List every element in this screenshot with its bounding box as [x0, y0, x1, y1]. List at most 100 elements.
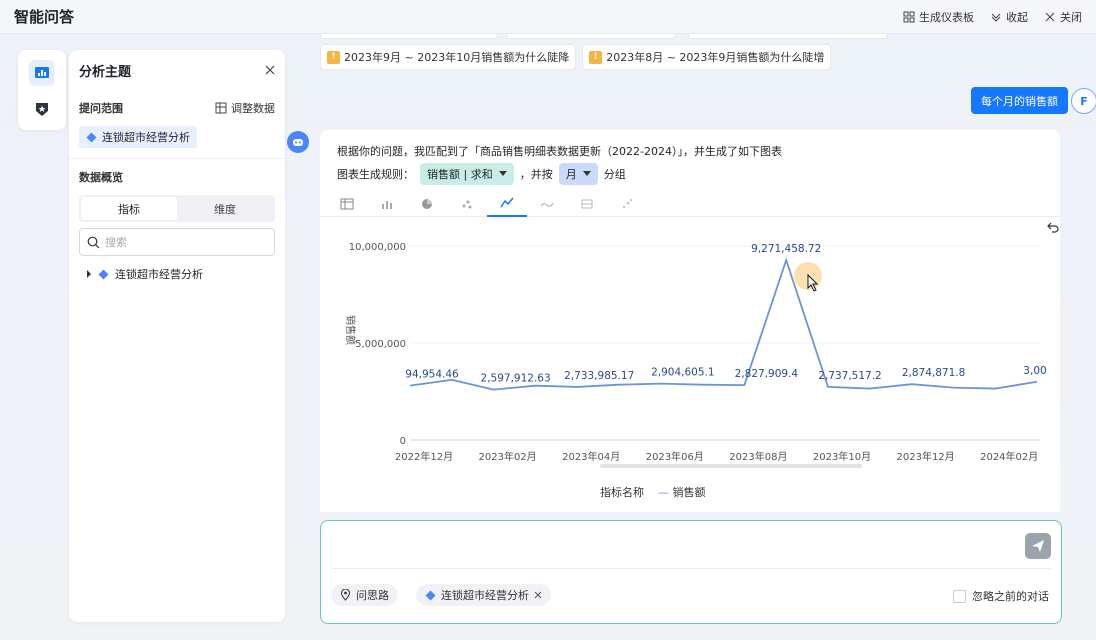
x-tick-label: 2023年06月: [646, 450, 704, 463]
overview-label: 数据概览: [79, 171, 123, 184]
data-label: 2,733,985.17: [564, 370, 634, 382]
warning-icon: !: [589, 50, 603, 64]
pie-chart-icon: [422, 198, 432, 209]
panel-title: 分析主题: [79, 64, 132, 80]
tab-metrics[interactable]: 指标: [81, 197, 177, 220]
legend-title: 指标名称: [600, 486, 644, 499]
ignore-history-option[interactable]: 忽略之前的对话: [953, 588, 1049, 604]
x-tick-label: 2023年12月: [897, 450, 955, 463]
tab-dimensions[interactable]: 维度: [177, 197, 273, 220]
caret-right-icon[interactable]: [86, 270, 92, 278]
scatter-chart-icon: [462, 200, 472, 208]
dashboard-icon: [903, 11, 915, 22]
rule-mid: ，并按: [519, 168, 553, 181]
tab-scatter-chart[interactable]: [447, 190, 487, 217]
y-tick-labels: 10,000,000 5,000,000 0: [349, 242, 406, 447]
thinking-path-button[interactable]: 问思路: [331, 584, 398, 606]
tab-combo-chart[interactable]: [567, 190, 607, 217]
y-tick-label: 0: [400, 436, 406, 447]
tab-line-chart[interactable]: [487, 190, 527, 217]
tab-area-chart[interactable]: [527, 190, 567, 217]
scope-label: 提问范围: [79, 102, 123, 115]
answer-card: 根据你的问题，我匹配到了「商品销售明细表数据更新（2022-2024）」，并生成…: [320, 130, 1060, 512]
x-tick-labels: 2022年12月 2023年02月 2023年04月 2023年06月 2023年08月…: [395, 450, 1038, 463]
ignore-history-checkbox[interactable]: [953, 589, 966, 603]
collapse-label: 收起: [1006, 10, 1028, 24]
context-chip[interactable]: 连锁超市经营分析: [416, 584, 551, 606]
send-icon: [1032, 540, 1044, 552]
warning-icon: !: [327, 50, 340, 64]
tab-pie-chart[interactable]: [407, 190, 447, 217]
bar-chart-icon: [382, 200, 392, 209]
scope-tag-label: 连锁超市经营分析: [102, 131, 190, 144]
scope-tag[interactable]: 连锁超市经营分析: [79, 126, 197, 148]
dimension-selector-label: 月: [565, 168, 577, 181]
diamond-icon: [98, 269, 109, 279]
legend-item[interactable]: — 销售额: [658, 484, 706, 500]
table-icon: [340, 198, 354, 209]
panel-close-icon[interactable]: [265, 65, 275, 75]
bar-chart-icon: [35, 67, 49, 78]
data-label: 3,00: [1023, 365, 1046, 377]
metric-selector-label: 销售额 | 求和: [427, 168, 493, 181]
user-avatar[interactable]: F: [1071, 88, 1096, 114]
x-tick-label: 2023年04月: [562, 450, 620, 463]
generate-dashboard-label: 生成仪表板: [919, 10, 974, 24]
x-tick-label: 2023年10月: [813, 450, 871, 463]
rule-suffix: 分组: [603, 168, 626, 181]
icon-rail: [18, 50, 66, 130]
chart-rule-row: 图表生成规则： 销售额 | 求和 ，并按 月 分组: [337, 163, 626, 185]
thinking-path-label: 问思路: [356, 589, 389, 602]
generate-dashboard-button[interactable]: 生成仪表板: [903, 9, 974, 25]
context-chip-label: 连锁超市经营分析: [441, 589, 529, 602]
data-label: 2,827,909.4: [735, 368, 799, 380]
chat-input-box[interactable]: 问思路 连锁超市经营分析 忽略之前的对话: [320, 520, 1062, 624]
tab-bar-chart[interactable]: [367, 190, 407, 217]
user-message: 每个月的销售额: [971, 87, 1068, 114]
tree-item-label: 连锁超市经营分析: [115, 268, 203, 281]
previous-card-edge: [688, 34, 888, 39]
tab-table[interactable]: [327, 190, 367, 217]
suggestion-chip[interactable]: ! 2023年8月 ~ 2023年9月销售额为什么陡增: [582, 44, 832, 70]
robot-icon: [293, 139, 303, 146]
diamond-icon: [425, 590, 436, 600]
app-title: 智能问答: [14, 8, 75, 26]
data-label: 94,954.46: [405, 369, 459, 381]
chart-type-tabs: [320, 190, 1060, 217]
x-tick-label: 2022年12月: [395, 450, 453, 463]
area-chart-icon: [540, 202, 554, 207]
data-label: 2,874,871.8: [902, 367, 965, 379]
caret-down-icon: [582, 171, 591, 176]
x-tick-label: 2024年02月: [980, 450, 1038, 463]
search-input[interactable]: 搜索: [79, 228, 275, 256]
x-scrollbar[interactable]: [600, 464, 862, 468]
answer-text: 根据你的问题，我匹配到了「商品销售明细表数据更新（2022-2024）」，并生成…: [337, 145, 782, 158]
combo-chart-icon: [581, 199, 593, 208]
close-label: 关闭: [1060, 10, 1082, 24]
rule-prefix: 图表生成规则：: [337, 168, 414, 181]
x-tick-label: 2023年02月: [479, 450, 537, 463]
suggestion-chip[interactable]: ! 2023年9月 ~ 2023年10月销售额为什么陡降: [320, 44, 577, 70]
top-bar: 智能问答 生成仪表板 收起 关闭: [0, 0, 1096, 34]
rail-favorite-button[interactable]: [29, 96, 55, 122]
chart-grid: [410, 245, 1040, 441]
tab-bubble-chart[interactable]: [607, 190, 647, 217]
y-tick-label: 5,000,000: [355, 339, 406, 350]
rail-chart-button[interactable]: [29, 60, 55, 86]
tree-item[interactable]: 连锁超市经营分析: [69, 256, 285, 292]
data-label: 2,737,517.2: [818, 370, 881, 382]
data-label: 2,597,912.63: [481, 373, 551, 385]
adjust-data-button[interactable]: 调整数据: [215, 100, 275, 116]
suggestion-label: 2023年9月 ~ 2023年10月销售额为什么陡降: [344, 51, 570, 64]
send-button[interactable]: [1025, 533, 1051, 559]
sales-line-chart: 10,000,000 5,000,000 0 销售额 2022年12月 2023年02…: [344, 242, 1047, 468]
collapse-button[interactable]: 收起: [990, 9, 1028, 25]
top-actions: 生成仪表板 收起 关闭: [903, 9, 1082, 25]
data-label: 9,271,458.72: [751, 243, 821, 255]
data-labels: 94,954.46 2,597,912.63 2,733,985.17 2,904,6…: [405, 243, 1046, 384]
close-icon[interactable]: [534, 591, 542, 599]
dimension-selector[interactable]: 月: [558, 163, 598, 185]
x-tick-label: 2023年08月: [729, 450, 787, 463]
metric-selector[interactable]: 销售额 | 求和: [420, 163, 514, 185]
close-button[interactable]: 关闭: [1044, 9, 1082, 25]
